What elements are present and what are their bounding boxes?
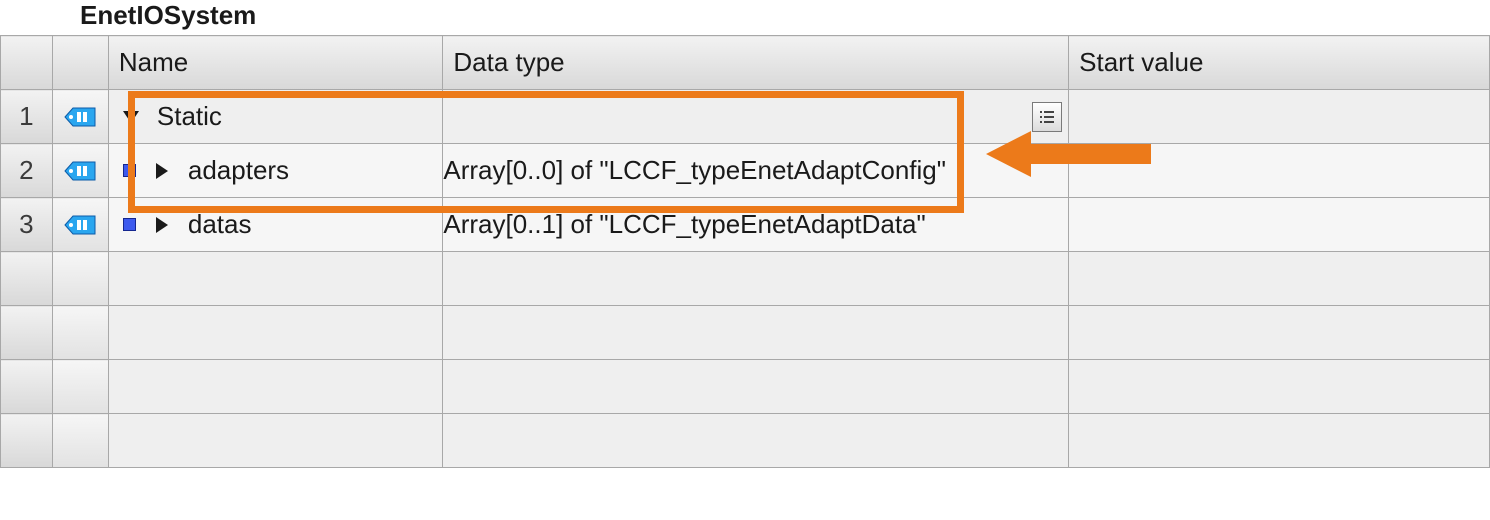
member-bullet-icon (123, 164, 136, 177)
row-number (1, 252, 53, 306)
header-name[interactable]: Name (108, 36, 442, 90)
row-number[interactable]: 3 (1, 198, 53, 252)
block-title: EnetIOSystem (80, 0, 256, 30)
empty-cell[interactable] (108, 306, 442, 360)
tag-icon (63, 214, 97, 236)
empty-cell[interactable] (108, 252, 442, 306)
collapse-icon[interactable] (123, 111, 139, 123)
header-rownum (1, 36, 53, 90)
datatype-cell[interactable]: Array[0..0] of "LCCF_typeEnetAdaptConfig… (443, 144, 1069, 198)
empty-cell[interactable] (443, 414, 1069, 468)
row-number (1, 360, 53, 414)
row-tag-icon-cell (52, 360, 108, 414)
row-number (1, 414, 53, 468)
header-tagicon (52, 36, 108, 90)
datatype-text: Array[0..0] of "LCCF_typeEnetAdaptConfig… (443, 155, 946, 185)
variable-name: adapters (188, 155, 289, 186)
datatype-picker-button[interactable] (1032, 102, 1062, 132)
empty-cell[interactable] (1069, 360, 1490, 414)
table-row[interactable]: 3 datas Array[0..1] of "LCCF_typeEnetAdapt… (1, 198, 1490, 252)
row-number (1, 306, 53, 360)
tag-icon (63, 106, 97, 128)
table-header-row: Name Data type Start value (1, 36, 1490, 90)
empty-cell[interactable] (443, 252, 1069, 306)
empty-cell[interactable] (1069, 414, 1490, 468)
table-row-empty[interactable] (1, 252, 1490, 306)
startvalue-cell[interactable] (1069, 198, 1490, 252)
datatype-text: Array[0..1] of "LCCF_typeEnetAdaptData" (443, 209, 925, 239)
expand-icon[interactable] (156, 163, 168, 179)
row-tag-icon-cell (52, 90, 108, 144)
list-icon (1039, 109, 1055, 125)
row-tag-icon-cell (52, 414, 108, 468)
datatype-cell[interactable]: Array[0..1] of "LCCF_typeEnetAdaptData" (443, 198, 1069, 252)
row-number[interactable]: 2 (1, 144, 53, 198)
startvalue-cell[interactable] (1069, 90, 1490, 144)
name-cell[interactable]: adapters (108, 144, 442, 198)
name-cell[interactable]: datas (108, 198, 442, 252)
row-number[interactable]: 1 (1, 90, 53, 144)
name-cell[interactable]: Static (108, 90, 442, 144)
empty-cell[interactable] (108, 360, 442, 414)
table-row-empty[interactable] (1, 360, 1490, 414)
variable-name: Static (157, 101, 222, 132)
row-tag-icon-cell (52, 306, 108, 360)
row-tag-icon-cell (52, 198, 108, 252)
table-row-empty[interactable] (1, 414, 1490, 468)
table-row-empty[interactable] (1, 306, 1490, 360)
empty-cell[interactable] (1069, 252, 1490, 306)
datatype-cell[interactable] (443, 90, 1069, 144)
variable-table[interactable]: Name Data type Start value 1 Static 2 adapt… (0, 35, 1490, 468)
member-bullet-icon (123, 218, 136, 231)
table-row[interactable]: 1 Static (1, 90, 1490, 144)
startvalue-cell[interactable] (1069, 144, 1490, 198)
empty-cell[interactable] (443, 360, 1069, 414)
expand-icon[interactable] (156, 217, 168, 233)
table-row[interactable]: 2 adapters Array[0..0] of "LCCF_typeEnetAd… (1, 144, 1490, 198)
header-startvalue[interactable]: Start value (1069, 36, 1490, 90)
row-tag-icon-cell (52, 252, 108, 306)
empty-cell[interactable] (1069, 306, 1490, 360)
empty-cell[interactable] (443, 306, 1069, 360)
tag-icon (63, 160, 97, 182)
header-datatype[interactable]: Data type (443, 36, 1069, 90)
variable-name: datas (188, 209, 252, 240)
empty-cell[interactable] (108, 414, 442, 468)
row-tag-icon-cell (52, 144, 108, 198)
